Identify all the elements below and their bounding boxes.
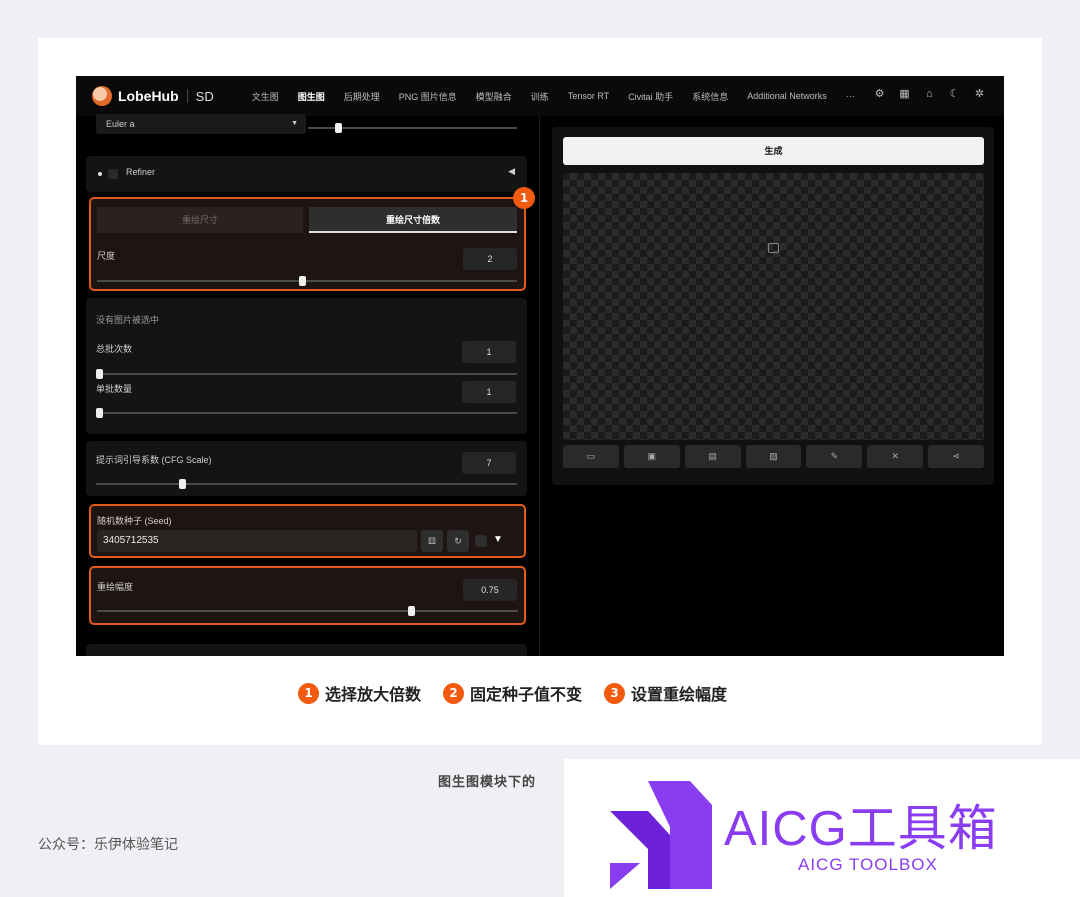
figure-caption: 图生图模块下的 [438,775,537,790]
denoise-label: 重绘幅度 [97,582,134,592]
cfg-slider-track[interactable] [96,483,517,485]
scale-slider-track[interactable] [97,280,517,282]
step-3-text: 设置重绘幅度 [631,685,728,704]
batch-size-slider-track[interactable] [96,412,517,414]
sampler-value: Euler a [106,119,135,129]
gear-icon[interactable]: ⚙ [873,88,886,101]
generate-button[interactable]: 生成 [563,137,984,165]
bullet-dot [98,172,102,176]
logo-text: LobeHub [118,88,179,104]
resize-by-panel: 重绘尺寸 重绘尺寸倍数 尺度 2 [89,197,526,291]
watermark-subtitle: AICG TOOLBOX [798,855,938,874]
brush-icon[interactable]: ✎ [806,445,863,468]
tab-merge[interactable]: 模型融合 [476,90,512,103]
save-icon[interactable]: ▣ [623,445,680,468]
batch-count-slider-thumb[interactable] [96,369,103,379]
scale-slider-thumb[interactable] [299,276,307,286]
tab-resize-by[interactable]: 重绘尺寸倍数 [309,207,517,233]
denoise-slider-thumb[interactable] [407,606,415,616]
share-icon[interactable]: ⋖ [928,445,985,468]
batch-size-input[interactable]: 1 [462,381,516,403]
nav-tabs: 文生图 图生图 后期处理 PNG 图片信息 模型融合 训练 Tensor RT … [252,90,874,103]
lower-panel [86,644,527,656]
seed-panel: 随机数种子 (Seed) 3405712535 ⚄ ↻ ▼ [89,504,526,558]
top-nav: LobeHub SD 文生图 图生图 后期处理 PNG 图片信息 模型融合 训练… [76,76,1004,116]
batch-count-slider-track[interactable] [96,373,517,375]
dice-icon[interactable]: ⚄ [421,530,443,552]
tab-tensorrt[interactable]: Tensor RT [568,91,609,101]
tab-civitai[interactable]: Civitai 助手 [628,90,673,103]
step-1-number: 1 [298,682,319,704]
tab-more[interactable]: ··· [846,91,855,101]
settings-icon[interactable]: ✲ [973,88,986,101]
recycle-icon[interactable]: ↻ [447,530,469,552]
batch-size-slider-thumb[interactable] [96,408,103,418]
expand-triangle-icon[interactable]: ▼ [493,534,503,545]
tab-train[interactable]: 训练 [531,90,549,103]
output-image-canvas[interactable] [563,173,984,440]
scale-label: 尺度 [97,251,116,261]
step-captions: 1 选择放大倍数 2 固定种子值不变 3 设置重绘幅度 [298,681,749,705]
step-1-text: 选择放大倍数 [325,685,422,704]
tab-sysinfo[interactable]: 系统信息 [692,90,728,103]
lobehub-logo-icon [92,86,112,106]
seed-label: 随机数种子 (Seed) [97,516,172,526]
tab-txt2img[interactable]: 文生图 [252,90,279,103]
folder-icon[interactable]: ▭ [563,445,619,468]
step-1: 1 选择放大倍数 [298,681,421,705]
tab-png-info[interactable]: PNG 图片信息 [399,90,457,103]
batch-panel: 没有图片被选中 总批次数 1 单批数量 1 [86,298,527,434]
steps-slider-thumb[interactable] [335,123,342,133]
step-2: 2 固定种子值不变 [443,681,582,705]
no-image-text: 没有图片被选中 [96,315,160,325]
cfg-slider-thumb[interactable] [178,479,186,489]
column-divider [539,116,540,656]
logo-separator [186,89,188,103]
step-2-text: 固定种子值不变 [470,685,583,704]
tab-extras[interactable]: 后期处理 [344,90,380,103]
refiner-accordion[interactable]: Refiner ◀ [86,156,527,192]
source-credit: 公众号：乐伊体验笔记 [38,837,178,853]
logo-product: SD [195,88,214,104]
image-icon[interactable]: ▨ [745,445,802,468]
batch-count-input[interactable]: 1 [462,341,516,363]
extra-checkbox[interactable] [475,535,487,547]
denoise-slider-track[interactable] [97,610,518,612]
denoise-input[interactable]: 0.75 [463,579,517,601]
output-toolbar: ▭ ▣ ▤ ▨ ✎ ✕ ⋖ [563,445,985,468]
batch-count-label: 总批次数 [96,344,133,354]
refiner-label: Refiner [126,167,156,177]
batch-size-label: 单批数量 [96,384,133,394]
header-actions: ⚙ ▦ ⌂ ☾ ✲ [873,88,986,101]
refiner-checkbox[interactable] [108,169,118,179]
logo[interactable]: LobeHub SD [92,86,214,106]
step-3-number: 3 [604,682,626,704]
step-2-number: 2 [443,682,465,704]
cfg-panel: 提示词引导系数 (CFG Scale) 7 [86,441,527,496]
scale-input[interactable]: 2 [463,248,517,270]
github-icon[interactable]: ⌂ [923,88,936,101]
cfg-input[interactable]: 7 [462,452,516,474]
tools-icon[interactable]: ✕ [867,445,924,468]
zip-icon[interactable]: ▤ [684,445,741,468]
chevron-down-icon: ▼ [291,120,298,127]
cfg-label: 提示词引导系数 (CFG Scale) [96,455,212,465]
moon-icon[interactable]: ☾ [948,88,961,101]
seed-input[interactable]: 3405712535 [97,530,417,552]
step-badge-1: 1 [513,187,535,209]
tab-additional-networks[interactable]: Additional Networks [747,91,827,101]
image-placeholder-icon [768,243,779,253]
aicg-watermark: AICG工具箱 AICG TOOLBOX [564,759,1080,897]
collapse-arrow-icon[interactable]: ◀ [508,166,515,177]
tab-img2img[interactable]: 图生图 [298,90,325,103]
watermark-title: AICG工具箱 [724,802,998,856]
step-3: 3 设置重绘幅度 [604,681,727,705]
grid-icon[interactable]: ▦ [898,88,911,101]
sampler-select[interactable]: Euler a ▼ [96,114,306,134]
tab-resize-to[interactable]: 重绘尺寸 [97,207,303,233]
lobehub-sd-screenshot: LobeHub SD 文生图 图生图 后期处理 PNG 图片信息 模型融合 训练… [76,76,1004,656]
denoise-panel: 重绘幅度 0.75 [89,566,526,625]
